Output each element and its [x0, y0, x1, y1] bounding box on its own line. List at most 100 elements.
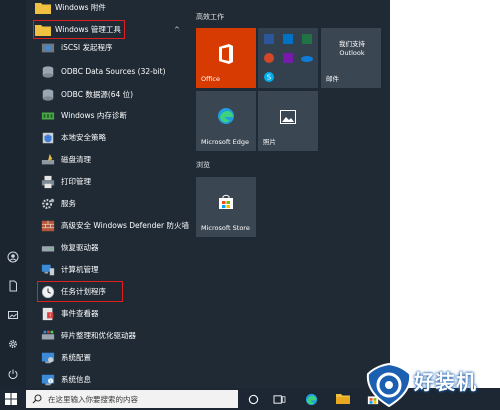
app-item-label: 任务计划程序 [61, 287, 106, 296]
folder-label: Windows 附件 [55, 3, 106, 12]
drive-icon [40, 240, 56, 256]
svg-text:i: i [50, 379, 51, 385]
firewall-icon [40, 218, 56, 234]
folder-icon [35, 2, 51, 14]
word-icon [260, 30, 277, 47]
tile-group-title-browse: 浏览 [196, 161, 210, 169]
svg-text:S: S [266, 73, 271, 81]
printer-icon [40, 174, 56, 190]
defrag-icon [40, 328, 56, 344]
app-item-defrag[interactable]: 碎片整理和优化驱动器 [26, 325, 190, 347]
odbc-icon [40, 64, 56, 80]
tile-group-title-productivity: 高效工作 [196, 13, 224, 21]
edge-taskbar-icon[interactable] [304, 392, 318, 406]
app-item-services[interactable]: 服务 [26, 193, 190, 215]
photos-tile[interactable]: 照片 [258, 91, 318, 151]
iscsi-icon [40, 40, 56, 56]
task-view-icon[interactable] [272, 392, 286, 406]
app-item-label: 系统配置 [61, 353, 91, 362]
office-apps-folder-tile[interactable]: S [258, 28, 318, 88]
tile-label: Microsoft Store [201, 224, 250, 232]
search-icon [32, 394, 42, 404]
app-item-odbc32[interactable]: ODBC Data Sources (32-bit) [26, 61, 190, 83]
folder-label: Windows 管理工具 [55, 25, 121, 34]
app-item-label: ODBC 数据源(64 位) [61, 90, 134, 99]
odbc-icon [40, 87, 56, 103]
app-item-local-security-policy[interactable]: 本地安全策略 [26, 127, 190, 149]
app-item-recovery-drive[interactable]: 恢复驱动器 [26, 237, 190, 259]
start-menu: Windows 附件 Windows 管理工具 ^ iSCSI 发起程序 ODB… [0, 0, 390, 388]
photos-icon [280, 110, 296, 124]
disk-cleanup-icon [40, 152, 56, 168]
excel-icon [298, 30, 315, 47]
user-account-icon[interactable] [3, 247, 23, 267]
app-item-odbc64[interactable]: ODBC 数据源(64 位) [26, 84, 190, 106]
folder-windows-accessories[interactable]: Windows 附件 [26, 0, 190, 19]
computer-management-icon [40, 262, 56, 278]
app-item-label: 系统信息 [61, 375, 91, 384]
start-rail [0, 0, 26, 388]
system-info-icon: i [40, 372, 56, 388]
pictures-icon[interactable] [3, 305, 23, 325]
office-tile[interactable]: Office [196, 28, 256, 88]
svg-text:!: ! [49, 314, 51, 320]
documents-icon[interactable] [3, 276, 23, 296]
windows-start-icon[interactable] [4, 392, 18, 406]
app-item-label: 磁盘清理 [61, 155, 91, 164]
power-icon[interactable] [3, 364, 23, 384]
services-gear-icon [40, 196, 56, 212]
app-item-label: 高级安全 Windows Defender 防火墙 [61, 221, 189, 230]
outlook-promo-text: 我们支持 Outlook [339, 40, 365, 57]
search-placeholder: 在这里输入你要搜索的内容 [48, 394, 138, 404]
skype-icon: S [260, 68, 277, 85]
tile-area: 高效工作 Office S 我们支持 Outlook 邮件 Microsoft … [190, 0, 390, 388]
app-item-iscsi[interactable]: iSCSI 发起程序 [26, 37, 190, 59]
collapse-chevron-icon[interactable]: ^ [174, 26, 180, 34]
edge-tile[interactable]: Microsoft Edge [196, 91, 256, 151]
app-item-defender-firewall[interactable]: 高级安全 Windows Defender 防火墙 [26, 215, 190, 237]
file-explorer-icon[interactable] [336, 392, 350, 406]
security-policy-icon [40, 130, 56, 146]
app-list: Windows 附件 Windows 管理工具 ^ iSCSI 发起程序 ODB… [26, 0, 190, 388]
app-item-label: iSCSI 发起程序 [61, 43, 113, 52]
app-item-label: 计算机管理 [61, 265, 99, 274]
app-item-label: 碎片整理和优化驱动器 [61, 331, 136, 340]
folder-icon [35, 24, 51, 36]
event-viewer-icon: ! [40, 306, 56, 322]
tile-label: 照片 [263, 138, 276, 146]
app-item-system-configuration[interactable]: 系统配置 [26, 347, 190, 369]
onenote-icon [279, 49, 296, 66]
store-bag-icon [219, 194, 233, 209]
tile-label: 邮件 [326, 75, 339, 83]
store-tile[interactable]: Microsoft Store [196, 177, 256, 237]
edge-logo-icon [218, 108, 234, 124]
cortana-icon[interactable] [246, 392, 260, 406]
app-item-event-viewer[interactable]: ! 事件查看器 [26, 303, 190, 325]
powerpoint-icon [260, 49, 277, 66]
watermark-shield-icon [366, 362, 412, 408]
app-item-task-scheduler[interactable]: 任务计划程序 [26, 281, 190, 303]
app-item-memory-diagnostic[interactable]: Windows 内存诊断 [26, 105, 190, 127]
app-item-label: ODBC Data Sources (32-bit) [61, 67, 166, 76]
memory-chip-icon [40, 108, 56, 124]
outlook-icon [279, 30, 296, 47]
app-item-label: 恢复驱动器 [61, 243, 99, 252]
app-item-label: 本地安全策略 [61, 133, 106, 142]
settings-gear-icon[interactable] [3, 334, 23, 354]
mail-tile[interactable]: 我们支持 Outlook 邮件 [321, 28, 381, 88]
clock-icon [40, 284, 56, 300]
watermark-text: 好装机 [414, 370, 477, 394]
onedrive-icon [298, 49, 315, 66]
app-item-disk-cleanup[interactable]: 磁盘清理 [26, 149, 190, 171]
watermark-logo: 好装机 [362, 356, 500, 410]
system-config-icon [40, 350, 56, 366]
taskbar-search-box[interactable]: 在这里输入你要搜索的内容 [26, 390, 238, 408]
tile-label: Microsoft Edge [201, 138, 250, 146]
app-item-label: 服务 [61, 199, 76, 208]
app-item-computer-management[interactable]: 计算机管理 [26, 259, 190, 281]
app-item-label: 事件查看器 [61, 309, 99, 318]
app-item-label: Windows 内存诊断 [61, 111, 127, 120]
app-item-label: 打印管理 [61, 177, 91, 186]
app-item-print-management[interactable]: 打印管理 [26, 171, 190, 193]
office-logo-icon [219, 44, 233, 64]
